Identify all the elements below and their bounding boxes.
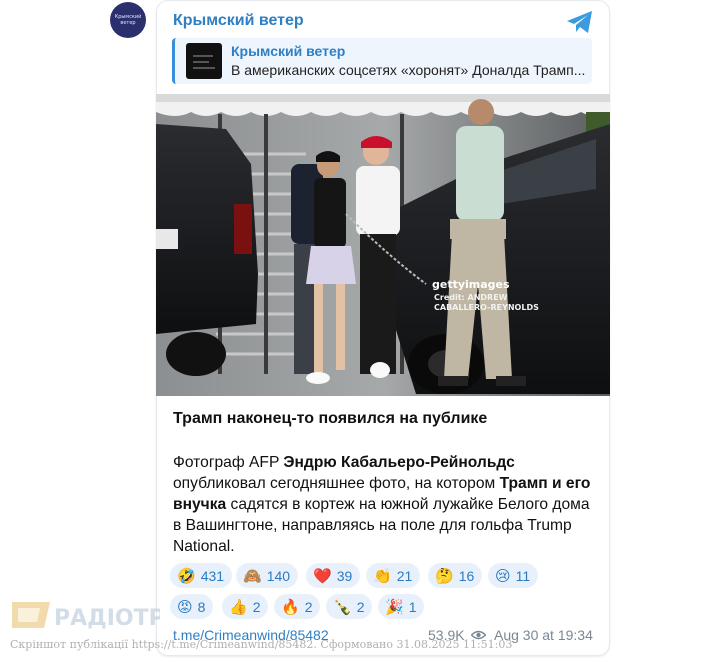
reply-text: В американских соцсетях «хоронят» Доналд… bbox=[231, 62, 586, 78]
post-body-part: опубликовал сегодняшнее фото, на котором bbox=[173, 475, 500, 492]
reaction-button[interactable]: ❤️ 39 bbox=[306, 563, 361, 588]
reaction-button[interactable]: 🎉 1 bbox=[378, 594, 425, 619]
reaction-count: 2 bbox=[356, 598, 365, 615]
photo-credit: Credit: ANDREW CABALLERO-REYNOLDS bbox=[434, 293, 539, 312]
reaction-button[interactable]: 🔥 2 bbox=[274, 594, 321, 619]
post-body-part: Фотограф AFP bbox=[173, 454, 284, 471]
channel-avatar[interactable]: Крымский ветер bbox=[110, 2, 146, 38]
telegram-icon[interactable] bbox=[566, 10, 594, 34]
channel-name[interactable]: Крымский ветер bbox=[173, 12, 304, 30]
thumbs-up-icon: 👍 bbox=[229, 597, 248, 616]
reaction-count: 2 bbox=[304, 598, 313, 615]
reaction-button[interactable]: 👍 2 bbox=[222, 594, 269, 619]
reaction-count: 16 bbox=[458, 567, 475, 584]
see-no-evil-monkey-icon: 🙈 bbox=[243, 566, 262, 585]
reaction-count: 8 bbox=[197, 598, 206, 615]
reaction-count: 140 bbox=[266, 567, 291, 584]
champagne-icon: 🍾 bbox=[333, 597, 352, 616]
photo-illustration bbox=[156, 94, 610, 396]
post-body-part: Эндрю Кабальеро-Рейнольдс bbox=[283, 454, 515, 471]
clap-icon: 👏 bbox=[373, 566, 392, 585]
reply-preview[interactable]: Крымский ветер В американских соцсетях «… bbox=[172, 38, 592, 84]
svg-text:РАДІОТРЕК: РАДІОТРЕК bbox=[54, 606, 160, 631]
reaction-count: 431 bbox=[200, 567, 225, 584]
fire-icon: 🔥 bbox=[281, 597, 300, 616]
reaction-button[interactable]: 😡 8 bbox=[170, 594, 214, 619]
reply-title: Крымский ветер bbox=[231, 43, 346, 59]
post-title: Трамп наконец-то появился на публике bbox=[173, 410, 488, 427]
post-body-part: садятся в кортеж на южной лужайке Белого… bbox=[173, 496, 590, 555]
reaction-button[interactable]: 🤣 431 bbox=[170, 563, 233, 588]
reaction-button[interactable]: 🍾 2 bbox=[326, 594, 373, 619]
post-photo[interactable]: gettyimages Credit: ANDREW CABALLERO-REY… bbox=[156, 94, 610, 396]
rofl-icon: 🤣 bbox=[177, 566, 196, 585]
screenshot-caption: Скріншот публікації https://t.me/Crimean… bbox=[10, 638, 513, 651]
reaction-count: 2 bbox=[252, 598, 261, 615]
reaction-count: 1 bbox=[408, 598, 417, 615]
reaction-count: 39 bbox=[336, 567, 353, 584]
angry-face-icon: 😡 bbox=[177, 597, 193, 616]
reaction-button[interactable]: 😢 11 bbox=[488, 563, 539, 588]
reaction-count: 21 bbox=[396, 567, 413, 584]
crying-face-icon: 😢 bbox=[495, 566, 511, 585]
reaction-button[interactable]: 🤔 16 bbox=[428, 563, 483, 588]
reaction-button[interactable]: 👏 21 bbox=[366, 563, 421, 588]
avatar-text: Крымский ветер bbox=[114, 14, 142, 26]
getty-logo: gettyimages bbox=[432, 278, 510, 291]
heart-icon: ❤️ bbox=[313, 566, 332, 585]
party-popper-icon: 🎉 bbox=[385, 597, 404, 616]
thinking-face-icon: 🤔 bbox=[435, 566, 454, 585]
reaction-count: 11 bbox=[515, 567, 531, 584]
reply-thumbnail bbox=[186, 43, 222, 79]
radiotrek-watermark-logo: РАДІОТРЕК bbox=[12, 602, 160, 631]
post-body: Фотограф AFP Эндрю Кабальеро-Рейнольдс о… bbox=[173, 452, 598, 557]
reaction-button[interactable]: 🙈 140 bbox=[236, 563, 299, 588]
